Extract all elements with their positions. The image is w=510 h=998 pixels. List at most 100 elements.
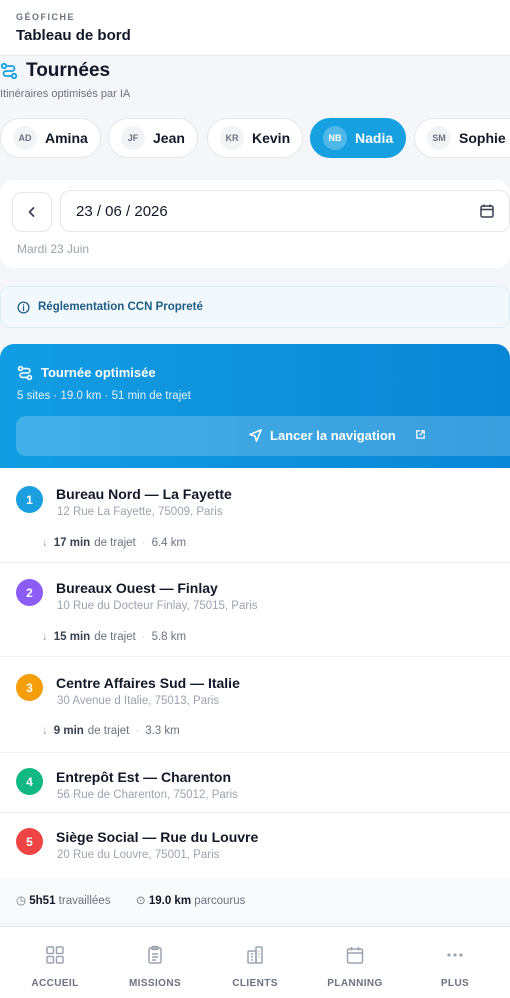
- navigation-arrow-icon: [249, 429, 262, 442]
- section-title: Tournées: [26, 60, 111, 81]
- previous-day-button[interactable]: [12, 192, 52, 232]
- distance-traveled: ⊙ 19.0 km parcourus: [136, 893, 245, 907]
- stop-address: 12 Rue La Fayette, 75009, Paris: [57, 506, 223, 518]
- day-label: Mardi 23 Juin: [17, 242, 90, 256]
- agent-chip-kevin[interactable]: KR Kevin: [207, 118, 304, 158]
- grid-icon: [46, 946, 64, 964]
- date-card: 23 / 06 / 2026 Mardi 23 Juin: [0, 180, 510, 268]
- travel-leg-1: ↓ 17 min de trajet · 6.4 km: [42, 537, 187, 549]
- bottom-navigation: ACCUEIL MISSIONS CLIENTS PLANNING PLUS: [0, 926, 510, 998]
- agent-initials: SM: [427, 126, 451, 150]
- agent-name: Kevin: [252, 130, 291, 146]
- leg-duration: 15 min: [53, 631, 91, 643]
- agent-chip-jean[interactable]: JF Jean: [108, 118, 198, 158]
- leg-label: de trajet: [94, 631, 136, 643]
- arrow-down-icon: ↓: [42, 537, 48, 549]
- external-link-icon: [416, 430, 425, 439]
- route-title: Tournée optimisée: [41, 365, 156, 380]
- location-pin-icon: ⊙: [136, 895, 146, 907]
- leg-duration: 17 min: [53, 537, 91, 549]
- divider: [0, 562, 510, 563]
- stop-name: Siège Social — Rue du Louvre: [56, 829, 259, 845]
- nav-item-plus[interactable]: PLUS: [405, 927, 505, 998]
- agent-initials: KR: [220, 126, 244, 150]
- info-icon: [17, 301, 30, 314]
- stop-name: Centre Affaires Sud — Italie: [56, 675, 240, 691]
- app-brand: GÉOFICHE: [16, 12, 76, 22]
- nav-label: PLANNING: [327, 978, 383, 989]
- nav-item-planning[interactable]: PLANNING: [305, 927, 405, 998]
- app-header: GÉOFICHE Tableau de bord: [0, 0, 510, 56]
- nav-item-clients[interactable]: CLIENTS: [205, 927, 305, 998]
- route-summary: ◷ 5h51 travaillées ⊙ 19.0 km parcourus: [0, 878, 510, 920]
- stop-address: 20 Rue du Louvre, 75001, Paris: [57, 849, 220, 861]
- regulation-label: Réglementation CCN Propreté: [38, 301, 203, 313]
- chevron-left-icon: [28, 207, 35, 217]
- agent-initials: AD: [13, 126, 37, 150]
- route-icon: [17, 365, 33, 381]
- date-value: 23 / 06 / 2026: [76, 203, 168, 220]
- arrow-down-icon: ↓: [42, 631, 48, 643]
- stop-number-badge: 1: [16, 486, 43, 513]
- stop-number-badge: 2: [16, 579, 43, 606]
- divider: [0, 656, 510, 657]
- calendar-icon: [346, 947, 364, 964]
- leg-distance: 6.4 km: [151, 537, 187, 549]
- stops-list: 1 Bureau Nord — La Fayette 12 Rue La Fay…: [0, 468, 510, 878]
- leg-label: de trajet: [87, 725, 130, 737]
- section-subtitle: Itinéraires optimisés par IA: [0, 88, 131, 100]
- travel-leg-3: ↓ 9 min de trajet · 3.3 km: [42, 725, 180, 737]
- agent-chip-nadia[interactable]: NB Nadia: [310, 118, 407, 158]
- regulation-banner[interactable]: Réglementation CCN Propreté: [0, 286, 510, 328]
- leg-label: de trajet: [94, 537, 136, 549]
- calendar-icon[interactable]: [479, 203, 495, 219]
- stop-name: Entrepôt Est — Charenton: [56, 769, 232, 785]
- worked-label: travaillées: [58, 895, 111, 907]
- nav-label: PLUS: [440, 978, 470, 989]
- agent-selector: AD Amina JF Jean KR Kevin NB Nadia SM So…: [0, 118, 510, 158]
- agent-chip-amina[interactable]: AD Amina: [0, 118, 101, 158]
- stop-number-badge: 3: [16, 674, 43, 701]
- arrow-down-icon: ↓: [42, 725, 48, 737]
- worked-time: ◷ 5h51 travaillées: [16, 893, 110, 907]
- stop-name: Bureaux Ouest — Finlay: [56, 580, 218, 596]
- divider: [0, 752, 510, 753]
- leg-duration: 9 min: [53, 725, 84, 737]
- agent-name: Amina: [45, 130, 88, 146]
- agent-name: Jean: [153, 130, 185, 146]
- clipboard-icon: [148, 945, 162, 964]
- stop-number-badge: 4: [16, 768, 43, 795]
- route-stats: 5 sites · 19.0 km · 51 min de trajet: [17, 390, 191, 402]
- date-input[interactable]: 23 / 06 / 2026: [60, 190, 510, 232]
- leg-distance: 3.3 km: [145, 725, 180, 737]
- agent-name: Sophie: [459, 130, 506, 146]
- nav-item-missions[interactable]: MISSIONS: [105, 927, 205, 998]
- agent-name: Nadia: [355, 130, 394, 146]
- stop-address: 10 Rue du Docteur Finlay, 75015, Paris: [57, 600, 258, 612]
- stop-address: 56 Rue de Charenton, 75012, Paris: [57, 789, 238, 801]
- leg-distance: 5.8 km: [151, 631, 187, 643]
- nav-item-accueil[interactable]: ACCUEIL: [5, 927, 105, 998]
- stop-number-badge: 5: [16, 828, 43, 855]
- travel-leg-2: ↓ 15 min de trajet · 5.8 km: [42, 631, 187, 643]
- stop-name: Bureau Nord — La Fayette: [56, 486, 232, 502]
- more-icon: [447, 953, 463, 957]
- nav-label: ACCUEIL: [31, 978, 79, 989]
- page-title: Tableau de bord: [16, 27, 131, 44]
- nav-label: CLIENTS: [232, 978, 278, 989]
- agent-initials: JF: [121, 126, 145, 150]
- start-navigation-button[interactable]: Lancer la navigation: [16, 416, 510, 456]
- divider: [0, 812, 510, 813]
- clock-icon: ◷: [16, 895, 27, 907]
- distance-label: parcourus: [194, 895, 246, 907]
- optimized-route-card: Tournée optimisée 5 sites · 19.0 km · 51…: [0, 344, 510, 468]
- route-icon: [0, 62, 18, 80]
- agent-initials: NB: [323, 126, 347, 150]
- start-navigation-label: Lancer la navigation: [270, 428, 396, 443]
- nav-label: MISSIONS: [128, 978, 182, 989]
- worked-value: 5h51: [29, 895, 56, 907]
- agent-chip-sophie[interactable]: SM Sophie: [414, 118, 510, 158]
- building-icon: [247, 946, 263, 964]
- distance-value: 19.0 km: [148, 895, 192, 907]
- stop-address: 30 Avenue d Italie, 75013, Paris: [57, 695, 220, 707]
